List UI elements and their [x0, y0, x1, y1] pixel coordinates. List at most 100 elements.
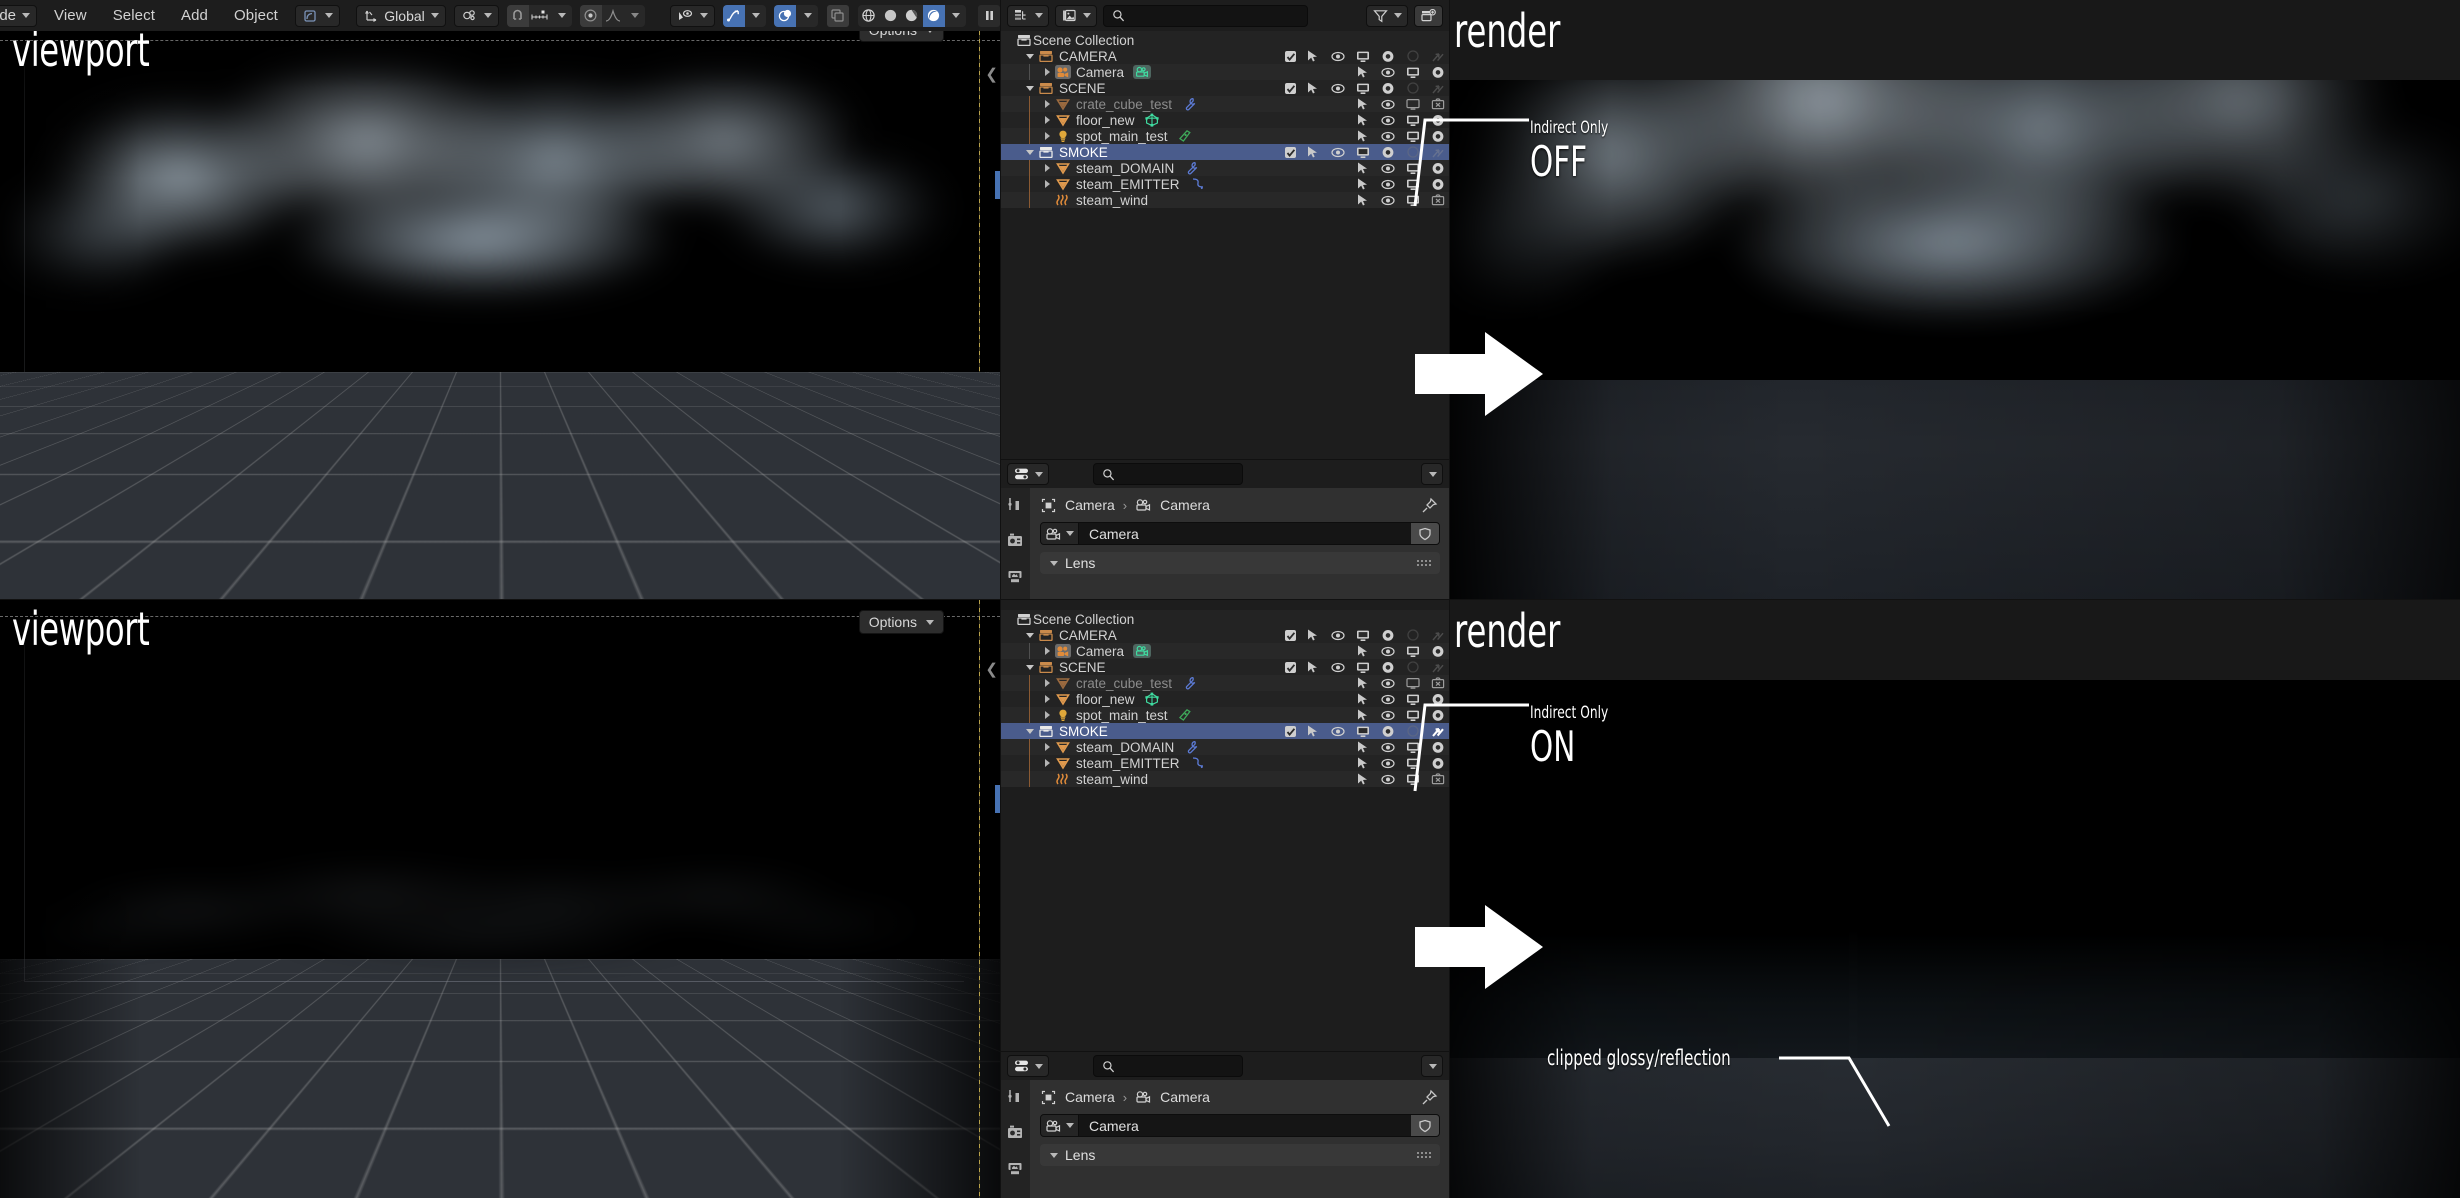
outliner-item-label[interactable]: CAMERA: [1059, 49, 1117, 64]
outliner-item-label[interactable]: Camera: [1076, 644, 1124, 659]
outliner-toggle-select[interactable]: [1354, 96, 1371, 113]
shading-mode-group[interactable]: [857, 4, 967, 27]
outliner-item-label[interactable]: SMOKE: [1059, 724, 1108, 739]
outliner-toggle-screen[interactable]: [1404, 643, 1421, 660]
camera-name-value-bottom[interactable]: Camera: [1079, 1118, 1411, 1134]
overlays-group[interactable]: [774, 4, 818, 27]
outliner-item-label[interactable]: Camera: [1076, 65, 1124, 80]
region-collapse-arrow-top[interactable]: ❮: [985, 65, 998, 83]
outliner-toggle-select[interactable]: [1354, 112, 1371, 129]
snapping-group[interactable]: [506, 4, 572, 27]
outliner-toggle-holdout[interactable]: [1404, 627, 1421, 644]
outliner-item-label[interactable]: SCENE: [1059, 81, 1106, 96]
outliner-toggle-select[interactable]: [1354, 707, 1371, 724]
tab-render[interactable]: [1004, 1121, 1026, 1143]
outliner-disclosure-triangle[interactable]: [1023, 664, 1037, 670]
outliner-toggle-eye[interactable]: [1329, 48, 1346, 65]
outliner-toggle-eye[interactable]: [1379, 128, 1396, 145]
properties-options-dropdown-top[interactable]: [1421, 463, 1443, 485]
drag-grip-icon[interactable]: [1417, 559, 1432, 567]
properties-search-box-bottom[interactable]: [1093, 1055, 1297, 1077]
camera-data-icon[interactable]: [1132, 643, 1151, 660]
falloff-curve-icon[interactable]: [602, 5, 624, 27]
xray-icon[interactable]: [826, 4, 849, 27]
properties-main-bottom[interactable]: Camera › Camera Camera Lens: [1030, 1080, 1450, 1198]
collection-enable-checkbox[interactable]: [1285, 50, 1296, 62]
outliner-row[interactable]: Camera: [1000, 643, 1450, 659]
outliner-row[interactable]: SCENE: [1000, 659, 1450, 675]
outliner-item-label[interactable]: steam_EMITTER: [1076, 177, 1180, 192]
outliner-restriction-toggles[interactable]: [1285, 627, 1446, 644]
outliner-toggle-select[interactable]: [1354, 160, 1371, 177]
outliner-item-label[interactable]: crate_cube_test: [1076, 676, 1172, 691]
outliner-disclosure-triangle[interactable]: [1040, 695, 1054, 703]
outliner-toggle-select[interactable]: [1304, 627, 1321, 644]
outliner-toggle-select[interactable]: [1304, 144, 1321, 161]
outliner-row[interactable]: crate_cube_test: [1000, 675, 1450, 691]
modifier-wrench-icon[interactable]: [1181, 675, 1198, 692]
viewport-canvas-bottom[interactable]: [0, 600, 1000, 1198]
outliner-toggle-eye[interactable]: [1329, 627, 1346, 644]
properties-breadcrumb-top[interactable]: Camera › Camera: [1040, 494, 1440, 516]
shading-rendered-icon[interactable]: [922, 4, 945, 27]
outliner-toggle-select[interactable]: [1354, 675, 1371, 692]
outliner-row[interactable]: crate_cube_test: [1000, 96, 1450, 112]
outliner-toggle-camera[interactable]: [1379, 659, 1396, 676]
outliner-restriction-toggles[interactable]: [1285, 80, 1446, 97]
outliner-disclosure-triangle[interactable]: [1023, 728, 1037, 734]
outliner-disclosure-triangle[interactable]: [1040, 164, 1054, 172]
properties-editor-bottom[interactable]: Camera › Camera Camera Lens: [1000, 1052, 1450, 1198]
camera-data-name-field-bottom[interactable]: Camera: [1040, 1114, 1440, 1137]
breadcrumb-object-label[interactable]: Camera: [1065, 497, 1115, 513]
outliner-id-filter-dropdown[interactable]: [1055, 4, 1097, 27]
properties-search-box-top[interactable]: [1093, 463, 1297, 485]
datablock-selector[interactable]: [1041, 1115, 1079, 1136]
outliner-header-top[interactable]: [1000, 0, 1450, 31]
outliner-toggle-camera[interactable]: [1379, 80, 1396, 97]
outliner-restriction-toggles[interactable]: [1354, 675, 1446, 692]
tab-tool[interactable]: [1004, 1085, 1026, 1107]
outliner-tree-bottom[interactable]: Scene Collection CAMERA Camera SCENE crate_c…: [1000, 610, 1450, 787]
outliner-toggle-indirect-only[interactable]: [1429, 659, 1446, 676]
new-collection-button[interactable]: [1414, 4, 1443, 27]
outliner-row[interactable]: steam_wind: [1000, 771, 1450, 787]
properties-editor-top[interactable]: Camera › Camera Camera Lens: [1000, 460, 1450, 600]
outliner-item-label[interactable]: SMOKE: [1059, 145, 1108, 160]
outliner-disclosure-triangle[interactable]: [1040, 647, 1054, 655]
breadcrumb-data-label[interactable]: Camera: [1160, 497, 1210, 513]
properties-search-input-top[interactable]: [1121, 466, 1297, 482]
tab-tool[interactable]: [1004, 493, 1026, 515]
outliner-toggle-select[interactable]: [1354, 755, 1371, 772]
outliner-search-input-top[interactable]: [1131, 8, 1307, 23]
menu-object[interactable]: Object: [221, 0, 291, 31]
datablock-selector[interactable]: [1041, 523, 1079, 544]
physics-icon[interactable]: [1189, 755, 1206, 772]
outliner-display-mode-dropdown[interactable]: [1007, 4, 1049, 27]
outliner-toggle-camera[interactable]: [1379, 627, 1396, 644]
outliner-row[interactable]: spot_main_test: [1000, 128, 1450, 144]
properties-main-top[interactable]: Camera › Camera Camera Lens: [1030, 488, 1450, 600]
modifier-wrench-icon[interactable]: [1183, 739, 1200, 756]
outliner-search-box-top[interactable]: [1103, 4, 1308, 27]
outliner-disclosure-triangle[interactable]: [1040, 180, 1054, 188]
outliner-row[interactable]: steam_EMITTER: [1000, 755, 1450, 771]
outliner-toggle-eye[interactable]: [1379, 643, 1396, 660]
outliner-row[interactable]: CAMERA: [1000, 627, 1450, 643]
properties-body-bottom[interactable]: Camera › Camera Camera Lens: [1000, 1080, 1450, 1198]
outliner-disclosure-triangle[interactable]: [1040, 132, 1054, 140]
outliner-item-label[interactable]: floor_new: [1076, 113, 1135, 128]
mesh-data-icon[interactable]: [1144, 112, 1161, 129]
viewport-options-button-bottom[interactable]: Options: [858, 610, 944, 634]
outliner-restriction-toggles[interactable]: [1285, 48, 1446, 65]
outliner-item-label[interactable]: SCENE: [1059, 660, 1106, 675]
properties-tab-column-top[interactable]: [1000, 488, 1030, 600]
chevron-down-icon[interactable]: [945, 5, 967, 27]
overlays-icon[interactable]: [774, 4, 797, 27]
properties-header-top[interactable]: [1000, 460, 1450, 488]
outliner-toggle-eye[interactable]: [1379, 675, 1396, 692]
viewport-canvas-top[interactable]: [0, 31, 1000, 600]
snap-target-dropdown[interactable]: [453, 4, 499, 27]
outliner-row[interactable]: steam_DOMAIN: [1000, 160, 1450, 176]
outliner-disclosure-triangle[interactable]: [1023, 53, 1037, 59]
outliner-item-label[interactable]: spot_main_test: [1076, 708, 1168, 723]
